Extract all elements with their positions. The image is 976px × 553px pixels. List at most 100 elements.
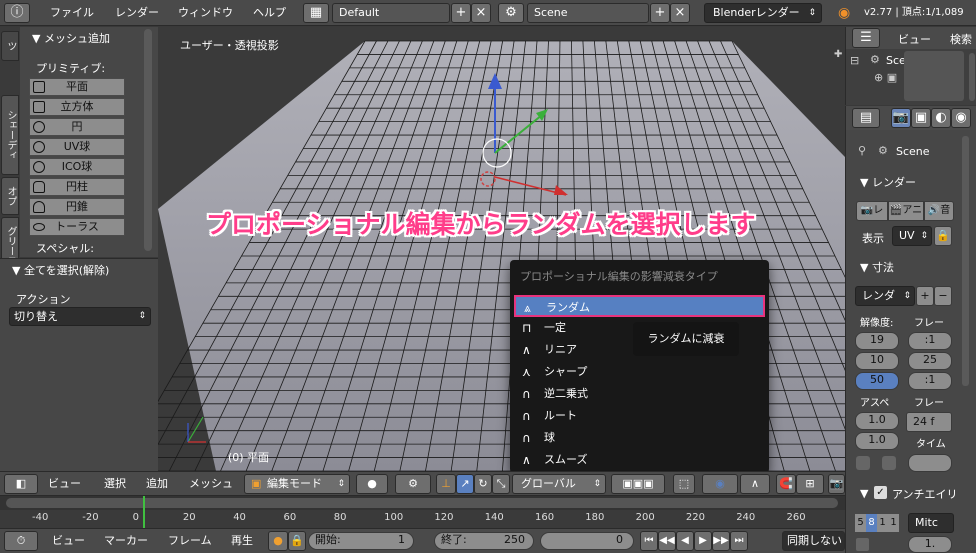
translate-icon[interactable]: ↗ — [456, 474, 474, 494]
render-panel-title[interactable]: ▼ レンダー — [860, 174, 916, 190]
viewport-plus-icon[interactable]: ✚ — [834, 49, 842, 60]
menu-help[interactable]: ヘルプ — [253, 3, 286, 23]
shading-select-icon[interactable]: ● — [356, 474, 388, 494]
render-animation-button[interactable]: 🎬アニ — [888, 201, 924, 221]
crop-checkbox[interactable] — [882, 456, 896, 470]
pin-icon[interactable]: ⚲ — [858, 144, 866, 157]
time-remap-field[interactable] — [908, 454, 952, 472]
tab-shading[interactable]: シェーディ — [1, 95, 19, 175]
scene-name-field[interactable]: Scene — [527, 3, 649, 23]
properties-editor-icon[interactable]: ▤ — [852, 108, 880, 128]
add-circle-button[interactable]: 円 — [29, 118, 125, 136]
add-plane-button[interactable]: 平面 — [29, 78, 125, 96]
add-cone-button[interactable]: 円錐 — [29, 198, 125, 216]
scene-tab-icon[interactable]: ◐ — [931, 108, 951, 128]
falloff-item-sphere[interactable]: ∩ 球 — [514, 427, 765, 449]
lock-interface-icon[interactable]: 🔒 — [934, 226, 952, 246]
layout-name-field[interactable]: Default — [332, 3, 450, 23]
world-tab-icon[interactable]: ◉ — [951, 108, 971, 128]
tab-options[interactable]: オプ — [1, 177, 19, 215]
timeline-editor-icon[interactable]: ⏱ — [4, 531, 38, 551]
outliner-scrollbar[interactable] — [969, 53, 975, 101]
add-preset-button[interactable]: + — [916, 286, 934, 306]
sync-mode-select[interactable]: 同期しない — [782, 531, 845, 551]
falloff-type-icon[interactable]: ∧ — [740, 474, 770, 494]
render-audio-button[interactable]: 🔊音 — [924, 201, 954, 221]
screen-layout-icon[interactable]: ▦ — [303, 3, 329, 23]
resolution-x-field[interactable]: 19 — [855, 332, 899, 350]
aa-panel-collapse-icon[interactable]: ▼ — [860, 487, 868, 500]
menu-file[interactable]: ファイル — [50, 3, 94, 23]
aspect-y-field[interactable]: 1.0 — [855, 432, 899, 450]
falloff-item-random[interactable]: ⩓ ランダム — [514, 295, 765, 317]
proportional-edit-icon[interactable]: ◉ — [702, 474, 738, 494]
outliner-editor-icon[interactable]: ☰ — [852, 28, 880, 48]
header-menu-mesh[interactable]: メッシュ — [189, 474, 233, 494]
mode-select[interactable]: ▣ 編集モード ⇕ — [244, 474, 350, 494]
render-still-button[interactable]: 📷レ — [856, 201, 888, 221]
record-icon[interactable]: ● — [268, 531, 288, 551]
jump-keyframe-forward-icon[interactable]: ▶▶ — [712, 531, 730, 551]
timeline-menu-marker[interactable]: マーカー — [104, 531, 148, 551]
render-tab-icon[interactable]: 📷 — [891, 108, 911, 128]
snap-icon[interactable]: 🧲 — [776, 474, 796, 494]
remove-preset-button[interactable]: − — [934, 286, 952, 306]
add-torus-button[interactable]: トーラス — [29, 218, 125, 236]
resolution-y-field[interactable]: 10 — [855, 352, 899, 370]
timeline-area[interactable]: -40 -20 0 20 40 60 80 100 120 140 160 180 200 220 240 2… — [0, 495, 845, 529]
add-ico-sphere-button[interactable]: ICO球 — [29, 158, 125, 176]
falloff-item-root[interactable]: ∩ ルート — [514, 405, 765, 427]
3d-view-editor-icon[interactable]: ◧ — [4, 474, 38, 494]
delete-scene-button[interactable]: × — [670, 3, 690, 23]
tab-tools[interactable]: ツ — [1, 31, 19, 61]
jump-keyframe-back-icon[interactable]: ◀◀ — [658, 531, 676, 551]
frame-start-input[interactable]: 開始: 1 — [308, 532, 414, 550]
operator-title[interactable]: ▼ 全てを選択(解除) — [12, 262, 109, 278]
header-menu-select[interactable]: 選択 — [104, 474, 126, 494]
expand-icon[interactable]: ⊟ — [850, 54, 859, 67]
render-preview-icon[interactable]: 📷 — [828, 474, 845, 494]
aa-filter-select[interactable]: Mitc — [908, 513, 954, 533]
current-frame-marker[interactable] — [143, 496, 145, 529]
render-engine-select[interactable]: Blenderレンダー ⇕ — [704, 3, 822, 23]
properties-scrollbar[interactable] — [962, 136, 969, 386]
add-layout-button[interactable]: + — [451, 3, 471, 23]
aa-sample-8[interactable]: 8 — [866, 514, 877, 532]
action-select[interactable]: 切り替え ⇕ — [9, 307, 151, 326]
aa-panel-title[interactable]: アンチエイリ — [892, 486, 958, 502]
delete-layout-button[interactable]: × — [471, 3, 491, 23]
display-select[interactable]: UV ⇕ — [892, 226, 932, 246]
frame-end-field[interactable]: 25 — [908, 352, 952, 370]
header-menu-add[interactable]: 追加 — [146, 474, 168, 494]
info-editor-type-icon[interactable]: ⓘ — [4, 3, 30, 23]
pivot-point-icon[interactable]: ⚙ — [395, 474, 431, 494]
border-checkbox[interactable] — [856, 456, 870, 470]
menu-render[interactable]: レンダー — [115, 3, 159, 23]
frame-start-field[interactable]: :1 — [908, 332, 952, 350]
layers-icon[interactable]: ▣▣▣ — [611, 474, 665, 494]
render-layers-tab-icon[interactable]: ▣ — [911, 108, 931, 128]
timeline-menu-frame[interactable]: フレーム — [168, 531, 212, 551]
transform-orientation-select[interactable]: グローバル ⇕ — [512, 474, 606, 494]
aa-sample-5[interactable]: 5 — [855, 514, 866, 532]
timeline-menu-view[interactable]: ビュー — [52, 531, 85, 551]
dimensions-panel-title[interactable]: ▼ 寸法 — [860, 259, 894, 275]
add-cylinder-button[interactable]: 円柱 — [29, 178, 125, 196]
manipulator-icon[interactable]: ⊥ — [436, 474, 456, 494]
full-sample-checkbox[interactable] — [856, 538, 869, 551]
scale-icon[interactable]: ⤡ — [492, 474, 510, 494]
falloff-item-sharp[interactable]: ⋏ シャープ — [514, 361, 765, 383]
snap-element-icon[interactable]: ⊞ — [796, 474, 824, 494]
aa-filter-size-field[interactable]: 1. — [908, 536, 952, 553]
fps-select[interactable]: 24 f — [906, 412, 952, 432]
aa-enabled-checkbox[interactable]: ✓ — [874, 486, 887, 499]
keying-lock-icon[interactable]: 🔒 — [288, 531, 306, 551]
aa-sample-11[interactable]: 1 — [877, 514, 888, 532]
render-preset-select[interactable]: レンダ ⇕ — [855, 286, 915, 306]
current-frame-input[interactable]: 0 — [540, 532, 634, 550]
aa-sample-16[interactable]: 1 — [888, 514, 899, 532]
timeline-scrollbar[interactable] — [6, 498, 838, 508]
frame-step-field[interactable]: :1 — [908, 372, 952, 390]
add-scene-button[interactable]: + — [650, 3, 670, 23]
add-cube-button[interactable]: 立方体 — [29, 98, 125, 116]
